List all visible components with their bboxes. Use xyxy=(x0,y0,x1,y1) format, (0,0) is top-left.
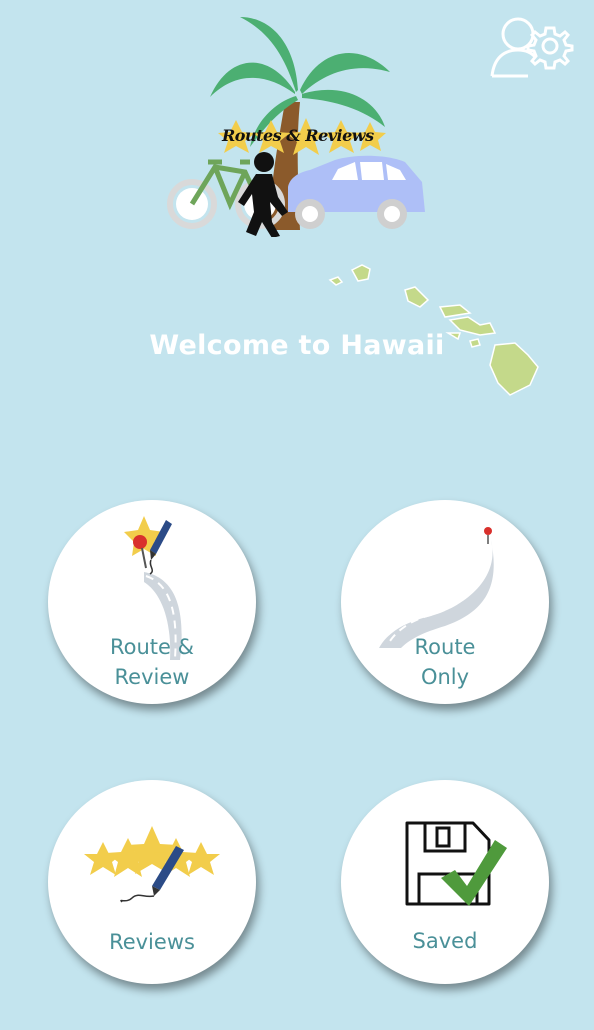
reviews-label: Reviews xyxy=(109,930,195,954)
route-review-label-line1: Route & xyxy=(109,635,194,659)
reviews-button[interactable]: Reviews xyxy=(48,780,256,984)
saved-button[interactable]: Saved xyxy=(341,780,549,984)
saved-label: Saved xyxy=(412,929,478,953)
route-only-label-line1: Route xyxy=(414,635,476,659)
route-only-button[interactable]: Route Only xyxy=(341,500,549,704)
logo-text: Routes & Reviews xyxy=(222,126,374,145)
app-logo: Routes & Reviews xyxy=(160,12,435,237)
route-review-button[interactable]: Route & Review xyxy=(48,500,256,704)
user-settings-icon xyxy=(490,17,574,78)
route-only-label-line2: Only xyxy=(420,665,470,689)
user-settings-button[interactable] xyxy=(488,14,576,80)
welcome-heading: Welcome to Hawaii xyxy=(149,330,445,361)
route-review-label-line2: Review xyxy=(114,665,190,689)
